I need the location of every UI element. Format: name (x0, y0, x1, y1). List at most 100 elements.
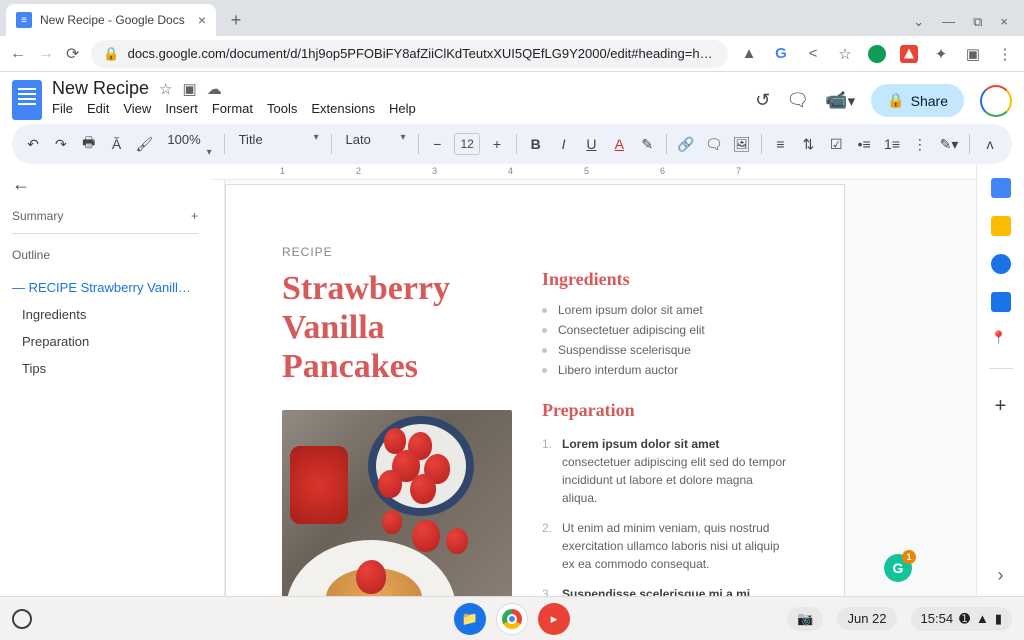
outline-close-icon[interactable]: ← (12, 174, 198, 195)
more-toolbar-icon[interactable]: ⋮ (909, 136, 931, 153)
browser-tab[interactable]: ≡ New Recipe - Google Docs × (6, 4, 216, 36)
google-icon[interactable]: G (772, 45, 790, 63)
menu-tools[interactable]: Tools (267, 101, 297, 116)
align-icon[interactable]: ≡ (770, 136, 792, 152)
nav-reload-icon[interactable]: ⟳ (66, 44, 79, 64)
menu-edit[interactable]: Edit (87, 101, 109, 116)
insert-image-icon[interactable]: 🖼 (731, 136, 753, 153)
shelf-date[interactable]: Jun 22 (837, 607, 896, 630)
italic-icon[interactable]: I (553, 136, 575, 152)
move-icon[interactable]: ▣ (183, 80, 197, 98)
zoom-select[interactable]: 100% (161, 132, 215, 156)
preparation-list[interactable]: Lorem ipsum dolor sit amet consectetuer … (542, 431, 788, 596)
keep-app-icon[interactable] (991, 216, 1011, 236)
undo-icon[interactable]: ↶ (22, 136, 44, 153)
addons-plus-icon[interactable]: + (995, 395, 1007, 418)
preparation-heading[interactable]: Preparation (542, 400, 788, 421)
cloud-status-icon[interactable]: ☁ (207, 80, 222, 98)
share-button[interactable]: 🔒 Share (871, 84, 964, 117)
menu-insert[interactable]: Insert (165, 101, 198, 116)
tab-close-icon[interactable]: × (198, 12, 206, 28)
font-select[interactable]: Lato (340, 132, 410, 156)
status-tray[interactable]: 15:54 ➊ ▲ ▮ (911, 607, 1012, 631)
url-bar[interactable]: 🔒 docs.google.com/document/d/1hj9op5PFOB… (91, 40, 728, 68)
outline-item[interactable]: Preparation (12, 328, 198, 355)
recipe-image[interactable] (282, 410, 512, 596)
menu-format[interactable]: Format (212, 101, 253, 116)
share-icon[interactable]: < (804, 45, 822, 63)
maps-app-icon[interactable]: 📍 (991, 330, 1011, 350)
print-icon[interactable]: 🖶 (78, 132, 100, 156)
tasks-app-icon[interactable] (991, 254, 1011, 274)
ingredient-item[interactable]: Consectetuer adipiscing elit (542, 320, 788, 340)
extension-adblock-icon[interactable] (900, 45, 918, 63)
outline-item[interactable]: Tips (12, 355, 198, 382)
underline-icon[interactable]: U (581, 136, 603, 152)
redo-icon[interactable]: ↷ (50, 136, 72, 153)
menu-file[interactable]: File (52, 101, 73, 116)
new-tab-button[interactable]: + (222, 6, 250, 34)
browser-menu-icon[interactable]: ⋮ (996, 45, 1014, 63)
menu-view[interactable]: View (123, 101, 151, 116)
outline-item[interactable]: — RECIPE Strawberry Vanilla Panc… (12, 274, 198, 301)
meet-icon[interactable]: 📹▾ (825, 90, 855, 111)
ingredient-item[interactable]: Suspendisse scelerisque (542, 340, 788, 360)
ingredients-heading[interactable]: Ingredients (542, 269, 788, 290)
launcher-icon[interactable] (12, 609, 32, 629)
paint-format-icon[interactable]: 🖌 (134, 136, 156, 153)
document-title[interactable]: New Recipe (52, 78, 149, 99)
panel-icon[interactable]: ▣ (964, 45, 982, 63)
text-color-icon[interactable]: A (608, 136, 630, 152)
preparation-step[interactable]: Lorem ipsum dolor sit amet consectetuer … (542, 431, 788, 515)
outline-item[interactable]: Ingredients (12, 301, 198, 328)
menu-extensions[interactable]: Extensions (311, 101, 375, 116)
calendar-app-icon[interactable] (991, 178, 1011, 198)
side-panel-collapse-icon[interactable]: › (998, 565, 1004, 586)
history-icon[interactable]: ↺ (755, 90, 770, 111)
window-close-icon[interactable]: × (1000, 14, 1008, 30)
files-app-icon[interactable]: 📁 (454, 603, 486, 635)
extensions-puzzle-icon[interactable]: ✦ (932, 45, 950, 63)
comments-icon[interactable]: 🗨 (786, 90, 809, 111)
ingredients-list[interactable]: Lorem ipsum dolor sit ametConsectetuer a… (542, 300, 788, 380)
line-spacing-icon[interactable]: ⇅ (797, 136, 819, 153)
numbered-list-icon[interactable]: 1≡ (881, 136, 903, 152)
star-icon[interactable]: ☆ (159, 80, 172, 98)
add-summary-icon[interactable]: + (191, 209, 198, 223)
insert-link-icon[interactable]: 🔗 (675, 136, 697, 153)
chrome-app-icon[interactable] (496, 603, 528, 635)
font-size-increase[interactable]: + (486, 136, 508, 152)
preparation-step[interactable]: Suspendisse scelerisque mi a mi. Lorem i… (542, 581, 788, 596)
window-minimize-icon[interactable]: — (942, 14, 955, 30)
youtube-music-icon[interactable]: ▸ (538, 603, 570, 635)
checklist-icon[interactable]: ☑ (825, 136, 847, 153)
font-size-decrease[interactable]: − (426, 136, 448, 152)
extension-grammarly-icon[interactable] (868, 45, 886, 63)
grammarly-badge-icon[interactable]: G (884, 554, 912, 582)
insert-comment-icon[interactable]: 🗨 (703, 136, 725, 153)
contacts-app-icon[interactable] (991, 292, 1011, 312)
window-dropdown-icon[interactable]: ⌄ (913, 14, 924, 30)
recipe-title[interactable]: Strawberry Vanilla Pancakes (282, 269, 512, 386)
document-canvas[interactable]: 1234567 RECIPE Strawberry Vanilla Pancak… (210, 164, 976, 596)
bookmark-star-icon[interactable]: ☆ (836, 45, 854, 63)
account-avatar[interactable] (980, 85, 1012, 117)
highlight-icon[interactable]: ✎ (636, 136, 658, 153)
bold-icon[interactable]: B (525, 136, 547, 152)
preparation-step[interactable]: Ut enim ad minim veniam, quis nostrud ex… (542, 515, 788, 581)
docs-logo-icon[interactable] (12, 80, 42, 120)
window-maximize-icon[interactable]: ⧉ (973, 14, 982, 30)
menu-help[interactable]: Help (389, 101, 416, 116)
drive-icon[interactable]: ▲ (740, 45, 758, 63)
spellcheck-icon[interactable]: Ă (106, 136, 128, 152)
editing-mode-icon[interactable]: ✎▾ (937, 136, 961, 153)
font-size-input[interactable]: 12 (454, 133, 480, 155)
ingredient-item[interactable]: Libero interdum auctor (542, 360, 788, 380)
nav-back-icon[interactable]: ← (10, 45, 26, 63)
document-page[interactable]: RECIPE Strawberry Vanilla Pancakes (225, 184, 845, 596)
collapse-toolbar-icon[interactable]: ʌ (978, 136, 1002, 152)
paragraph-style-select[interactable]: Title (233, 132, 323, 156)
screenshot-tray-icon[interactable]: 📷 (787, 607, 823, 631)
ingredient-item[interactable]: Lorem ipsum dolor sit amet (542, 300, 788, 320)
bulleted-list-icon[interactable]: •≡ (853, 136, 875, 152)
